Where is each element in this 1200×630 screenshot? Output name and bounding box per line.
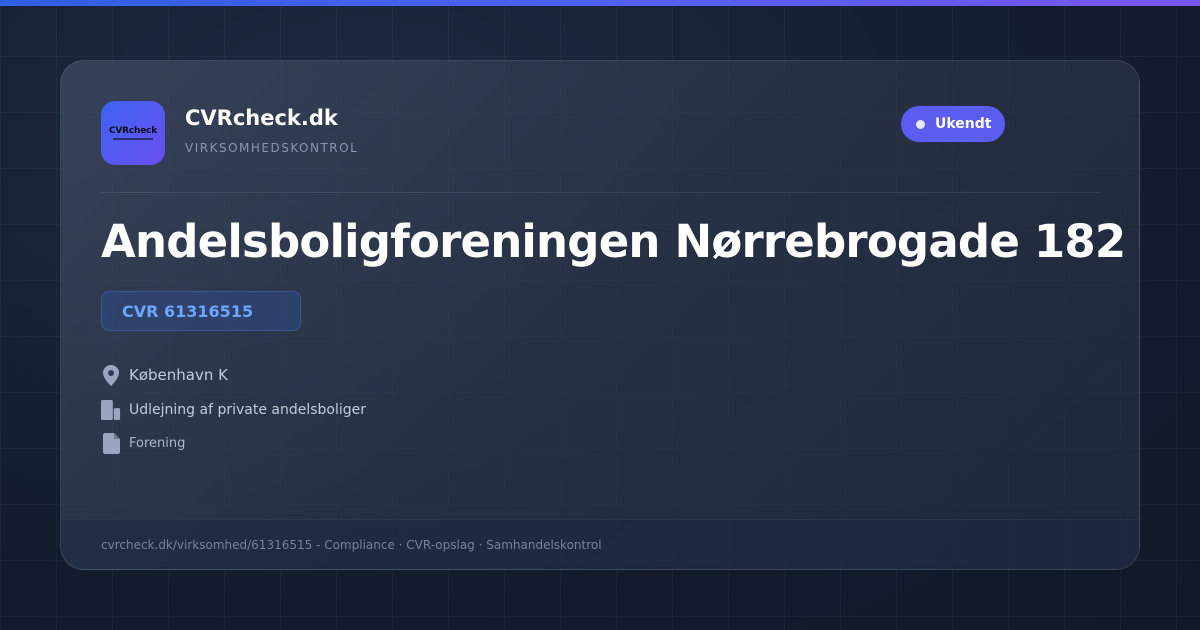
document-icon (101, 432, 121, 454)
logo-underline (113, 138, 153, 140)
cvr-badge: CVR 61316515 (101, 291, 301, 331)
status-label: Ukendt (935, 116, 992, 132)
status-dot-icon (916, 119, 925, 129)
header-divider (101, 192, 1101, 193)
status-badge: Ukendt (901, 106, 1005, 142)
location-text: København K (129, 366, 228, 384)
top-accent-bar (0, 0, 1200, 6)
logo-text: CVRcheck (108, 126, 158, 136)
company-name: Andelsboligforeningen Nørrebrogade 182 (101, 215, 1126, 268)
company-card: CVRcheck CVRcheck.dk VIRKSOMHEDSKONTROL … (60, 60, 1140, 570)
card-footer: cvrcheck.dk/virksomhed/61316515 - Compli… (61, 519, 1139, 569)
brand-tagline: VIRKSOMHEDSKONTROL (185, 141, 359, 155)
location-row: København K (101, 364, 228, 386)
company-type-text: Forening (129, 435, 186, 451)
og-card-page: CVRcheck CVRcheck.dk VIRKSOMHEDSKONTROL … (0, 0, 1200, 630)
company-type-row: Forening (101, 432, 185, 454)
location-pin-icon (101, 364, 121, 386)
industry-text: Udlejning af private andelsboliger (129, 402, 367, 418)
brand-logo: CVRcheck (101, 101, 165, 165)
industry-row: Udlejning af private andelsboliger (101, 399, 366, 421)
building-icon (101, 399, 121, 421)
footer-text: cvrcheck.dk/virksomhed/61316515 - Compli… (101, 537, 602, 552)
brand-name: CVRcheck.dk (185, 106, 338, 130)
